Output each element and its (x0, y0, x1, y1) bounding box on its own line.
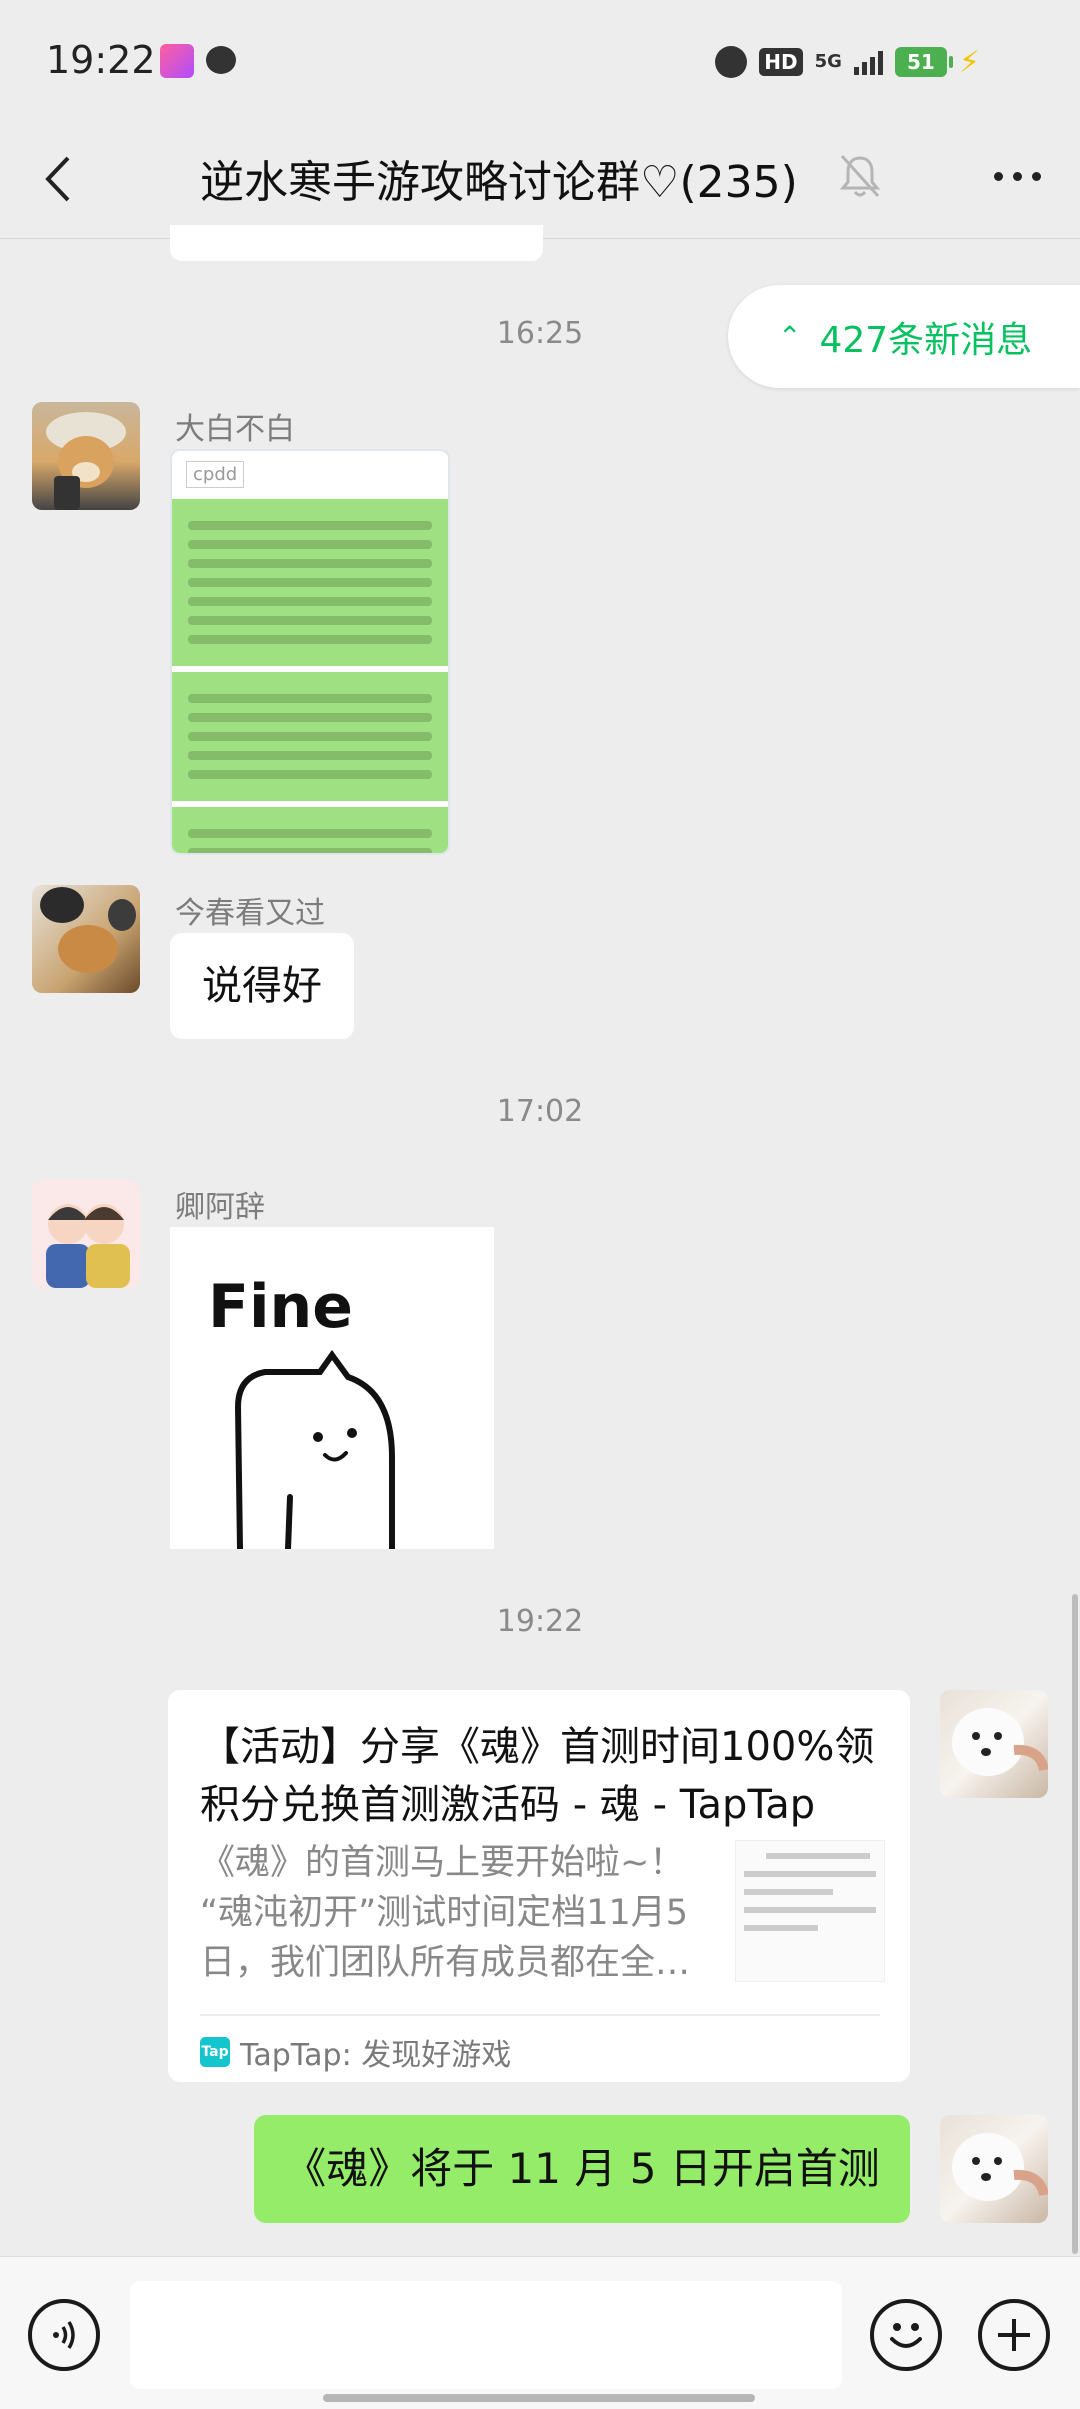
person-with-dog-avatar-icon (40, 887, 136, 973)
input-bar (0, 2256, 1080, 2409)
cartoon-couple-avatar-icon (46, 1204, 130, 1288)
dot-icon (993, 171, 1003, 181)
card-divider (200, 2014, 880, 2016)
card-source: Tap TapTap: 发现好游戏 (200, 2030, 511, 2074)
message-bubble[interactable]: 说得好 (170, 933, 354, 1039)
timestamp: 19:22 (496, 1604, 584, 1639)
fine-cat-sticker: Fine (208, 1272, 395, 1552)
white-dog-avatar-icon (952, 2133, 1048, 2201)
image-message[interactable]: cpdd (170, 449, 450, 855)
my-avatar[interactable] (940, 2115, 1048, 2223)
status-time: 19:22 (46, 38, 156, 82)
sticker-text: Fine (208, 1272, 353, 1342)
chevron-left-icon (45, 156, 70, 202)
bilibili-app-icon (160, 44, 194, 78)
emoji-button[interactable] (870, 2299, 942, 2371)
new-messages-label: 427条新消息 (819, 319, 1033, 361)
taptap-icon: Tap (200, 2037, 230, 2067)
double-chevron-up-icon: ⌃ (778, 320, 802, 353)
chat-notification-icon (206, 46, 236, 74)
timestamp: 17:02 (496, 1094, 584, 1129)
my-avatar[interactable] (940, 1690, 1048, 1798)
message-bubble[interactable]: 《魂》将于 11 月 5 日开启首测 (254, 2115, 910, 2223)
voice-icon (53, 2321, 75, 2349)
card-title: 【活动】分享《魂》首测时间100%领积分兑换首测激活码 - 魂 - TapTap (200, 1724, 875, 1828)
plus-icon (998, 2319, 1030, 2351)
charging-icon: ⚡ (958, 44, 980, 80)
avatar[interactable] (32, 885, 140, 993)
avatar[interactable] (32, 1180, 140, 1288)
card-thumbnail (735, 1840, 885, 1982)
white-dog-avatar-icon (952, 1708, 1048, 1776)
chat-title: 逆水寒手游攻略讨论群♡(235) (200, 157, 798, 208)
home-indicator[interactable] (323, 2394, 755, 2402)
sender-name: 卿阿辞 (175, 1190, 265, 1225)
status-bar: 19:22 HD 5G 51 ⚡ (0, 0, 1080, 120)
dog-avatar-icon (46, 412, 126, 510)
network-type: 5G (814, 51, 842, 72)
back-button[interactable] (28, 144, 88, 214)
partial-message-bubble (170, 225, 543, 261)
chat-header: 逆水寒手游攻略讨论群♡(235) (0, 120, 1080, 238)
mute-bell-icon (839, 154, 881, 198)
dot-icon (1031, 171, 1041, 181)
scrollbar[interactable] (1072, 1594, 1078, 2254)
dot-icon (1012, 171, 1022, 181)
link-card-message[interactable]: 【活动】分享《魂》首测时间100%领积分兑换首测激活码 - 魂 - TapTap… (168, 1690, 910, 2082)
new-messages-button[interactable]: ⌃ 427条新消息 (728, 285, 1080, 388)
avatar[interactable] (32, 402, 140, 510)
battery-icon: 51 (894, 47, 953, 77)
more-options-button[interactable] (982, 146, 1052, 206)
sender-name: 今春看又过 (175, 896, 325, 931)
hd-badge: HD (759, 48, 803, 76)
alarm-icon (715, 46, 748, 78)
smiley-icon (890, 2323, 922, 2348)
message-input[interactable] (130, 2281, 842, 2389)
signal-icon (853, 49, 883, 75)
status-indicators: HD 5G 51 ⚡ (715, 44, 980, 80)
voice-button[interactable] (28, 2299, 100, 2371)
sender-name: 大白不白 (175, 412, 295, 447)
card-description: 《魂》的首测马上要开始啦~！ “魂沌初开”测试时间定档11月5日，我们团队所有成… (200, 1843, 691, 1983)
more-functions-button[interactable] (978, 2299, 1050, 2371)
image-caption: cpdd (186, 461, 245, 488)
sticker-message[interactable]: Fine (170, 1227, 494, 1552)
card-source-label: TapTap: 发现好游戏 (240, 2038, 512, 2073)
